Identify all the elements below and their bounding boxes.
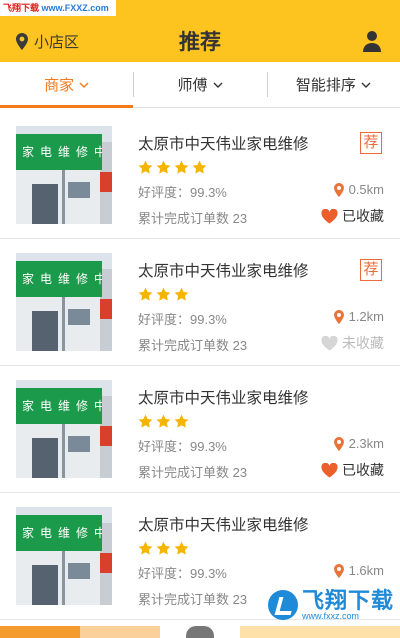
shop-list: 家电维修中太原市中天伟业家电维修荐好评度：99.3%累计完成订单数 230.5k…	[0, 112, 400, 620]
favorite-label: 已收藏	[342, 462, 384, 478]
location-pin-icon	[333, 182, 344, 197]
star-icon	[138, 287, 153, 301]
shop-card[interactable]: 家电维修中 太原市中天伟业家电维修 荐好评度：99.3% 累计完成订单数 23 0.5k…	[0, 112, 400, 239]
order-count: 累计完成订单数 23	[138, 211, 248, 226]
app-header: 飞翔下载 www.FXXZ.com 小店区 推荐	[0, 0, 400, 62]
distance-value: 1.6km	[348, 563, 384, 578]
filter-tab-0[interactable]: 商家	[0, 62, 134, 108]
bottom-bar-segment	[80, 626, 160, 638]
rating-text: 好评度：99.3%	[138, 312, 227, 327]
star-icon	[156, 541, 171, 555]
star-icon	[156, 287, 171, 301]
user-icon[interactable]	[362, 30, 382, 52]
shop-photo-sign: 家电维修中	[16, 515, 102, 551]
top-watermark: 飞翔下载 www.FXXZ.com	[0, 0, 116, 16]
rating-text: 好评度：99.3%	[138, 185, 227, 200]
star-icon	[174, 414, 189, 428]
watermark-text: 飞翔下载 www.fxxz.com	[302, 589, 394, 622]
shop-photo: 家电维修中	[16, 380, 112, 478]
favorite-label: 未收藏	[342, 335, 384, 351]
star-icon	[156, 414, 171, 428]
heart-icon	[321, 462, 338, 477]
bottom-bar-segment	[240, 626, 400, 638]
shop-photo: 家电维修中	[16, 126, 112, 224]
location-pin-icon	[333, 436, 344, 451]
shop-name: 太原市中天伟业家电维修	[138, 517, 309, 534]
shop-photo-sign: 家电维修中	[16, 388, 102, 424]
shop-card[interactable]: 家电维修中 太原市中天伟业家电维修好评度：99.3% 累计完成订单数 23 2.3km…	[0, 366, 400, 493]
recommended-badge: 荐	[360, 259, 382, 281]
shop-photo: 家电维修中	[16, 253, 112, 351]
star-rating	[138, 160, 207, 175]
star-icon	[192, 160, 207, 174]
order-count: 累计完成订单数 23	[138, 465, 248, 480]
star-icon	[174, 160, 189, 174]
order-count: 累计完成订单数 23	[138, 338, 248, 353]
filter-tab-label: 商家	[44, 77, 75, 94]
distance-value: 0.5km	[348, 182, 384, 197]
rating-text: 好评度：99.3%	[138, 439, 227, 454]
distance: 1.6km	[333, 563, 384, 578]
favorite-label: 已收藏	[342, 208, 384, 224]
bottom-watermark: 飞翔下载 www.fxxz.com	[267, 588, 394, 622]
star-icon	[156, 160, 171, 174]
favorite-toggle[interactable]: 未收藏	[321, 333, 384, 353]
bottom-bar-segment	[0, 626, 80, 638]
star-rating	[138, 287, 189, 302]
location-pin-icon	[333, 563, 344, 578]
watermark-logo-icon	[267, 590, 298, 620]
bottom-bar	[0, 626, 400, 638]
distance: 0.5km	[333, 182, 384, 197]
bottom-bar-segment[interactable]	[160, 626, 240, 638]
shop-name: 太原市中天伟业家电维修	[138, 263, 309, 280]
star-icon	[174, 541, 189, 555]
recommended-badge: 荐	[360, 132, 382, 154]
heart-icon	[321, 335, 338, 350]
star-icon	[174, 287, 189, 301]
order-count: 累计完成订单数 23	[138, 592, 248, 607]
rating-text: 好评度：99.3%	[138, 566, 227, 581]
filter-tab-1[interactable]: 师傅	[133, 62, 266, 107]
location-label: 小店区	[34, 33, 80, 51]
shop-photo-sign: 家电维修中	[16, 134, 102, 170]
filter-tab-label: 师傅	[177, 77, 208, 94]
filter-tab-2[interactable]: 智能排序	[266, 62, 400, 107]
star-rating	[138, 541, 189, 556]
star-icon	[138, 160, 153, 174]
filter-tab-label: 智能排序	[295, 77, 356, 94]
star-icon	[138, 541, 153, 555]
distance-value: 1.2km	[348, 309, 384, 324]
distance: 1.2km	[333, 309, 384, 324]
distance-value: 2.3km	[348, 436, 384, 451]
star-rating	[138, 414, 189, 429]
shop-name: 太原市中天伟业家电维修	[138, 136, 309, 153]
chevron-down-icon	[361, 82, 371, 88]
watermark-url: www.fxxz.com	[301, 610, 359, 621]
shop-photo-sign: 家电维修中	[16, 261, 102, 297]
location-pin-icon	[16, 32, 28, 50]
distance: 2.3km	[333, 436, 384, 451]
shop-name: 太原市中天伟业家电维修	[138, 390, 309, 407]
star-icon	[138, 414, 153, 428]
watermark-brand: 飞翔下载	[301, 587, 394, 613]
pull-up-handle[interactable]	[186, 626, 214, 638]
favorite-toggle[interactable]: 已收藏	[321, 206, 384, 226]
filter-bar: 商家 师傅 智能排序	[0, 62, 400, 108]
watermark-site-name: 飞翔下载	[3, 3, 40, 13]
heart-icon	[321, 208, 338, 223]
watermark-site-url: www.FXXZ.com	[41, 3, 109, 13]
favorite-toggle[interactable]: 已收藏	[321, 460, 384, 480]
shop-photo: 家电维修中	[16, 507, 112, 605]
shop-card[interactable]: 家电维修中 太原市中天伟业家电维修 荐好评度：99.3% 累计完成订单数 23 1.2k…	[0, 239, 400, 366]
location-pin-icon	[333, 309, 344, 324]
chevron-down-icon	[79, 82, 89, 88]
location-selector[interactable]: 小店区	[16, 30, 79, 52]
chevron-down-icon	[213, 82, 222, 88]
